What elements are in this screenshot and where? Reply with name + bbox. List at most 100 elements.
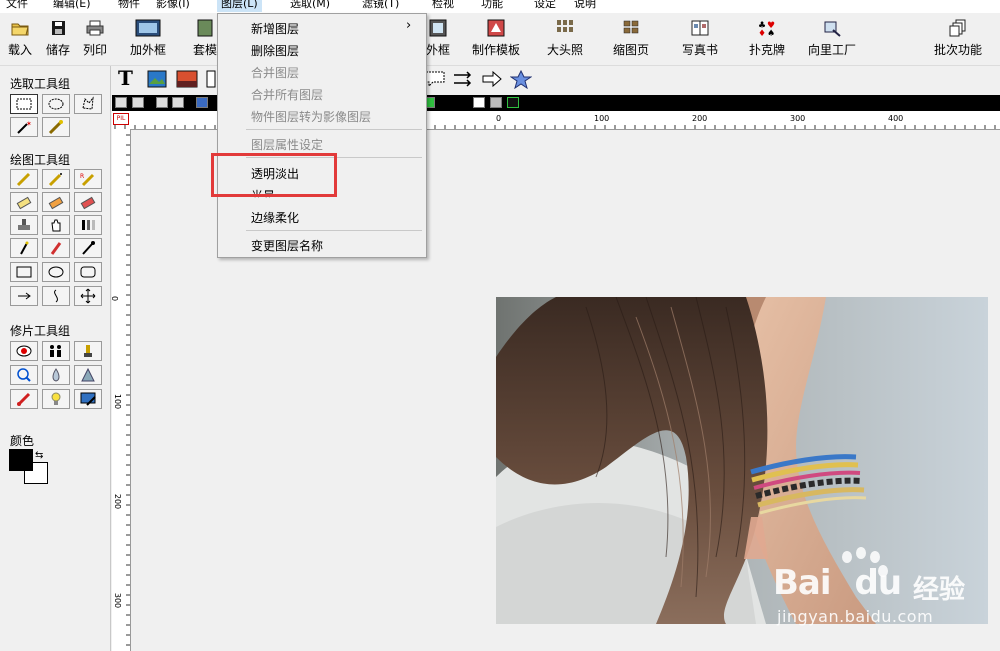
ruler-label-v100: 100 xyxy=(113,393,123,410)
menu-select[interactable]: 选取(M) xyxy=(290,0,330,12)
lasso-select-tool[interactable] xyxy=(74,94,102,114)
zoom-tool[interactable] xyxy=(10,365,38,385)
ruler-label-h0: 0 xyxy=(496,114,502,123)
red-highlight-annotation xyxy=(211,153,337,197)
gradient-icon xyxy=(82,220,95,230)
outer-frame-button[interactable]: 外框 xyxy=(426,19,450,58)
wizard-button[interactable]: 向里工厂 xyxy=(808,19,856,58)
menu-item-rename-layer[interactable]: 变更图层名称 xyxy=(251,237,323,254)
rounded-rect-icon xyxy=(80,266,96,278)
add-frame-button[interactable]: 加外框 xyxy=(130,19,166,58)
menu-object[interactable]: 物件 xyxy=(118,0,140,12)
rectangle-tool[interactable] xyxy=(10,262,38,282)
layer-dropdown-icon[interactable] xyxy=(507,97,519,108)
blur-tool[interactable] xyxy=(42,365,70,385)
pen-tool[interactable] xyxy=(10,238,38,258)
airbrush-tool[interactable] xyxy=(42,169,70,189)
color-brush-tool[interactable] xyxy=(10,389,38,409)
ellipse-select-tool[interactable] xyxy=(42,94,70,114)
menu-item-merge-layer: 合并图层 xyxy=(251,66,300,80)
baidu-watermark: Bai du 经验 jingyan.baidu.com xyxy=(765,545,995,635)
frame-object-icon[interactable] xyxy=(206,70,216,88)
brush-tool[interactable]: R xyxy=(74,169,102,189)
eraser-tool[interactable] xyxy=(10,192,38,212)
line-arrow-tool[interactable] xyxy=(10,286,38,306)
menu-item-new-layer[interactable]: 新增图层 xyxy=(251,20,299,37)
menu-separator xyxy=(246,129,422,130)
red-eye-tool[interactable] xyxy=(10,341,38,361)
line-arrow-icon xyxy=(18,292,31,300)
paste-icon[interactable] xyxy=(196,97,208,108)
ellipse-tool[interactable] xyxy=(42,262,70,282)
menu-item-edge-feather[interactable]: 边缘柔化 xyxy=(251,209,299,226)
photo-book-button[interactable]: 写真书 xyxy=(682,19,718,58)
rect-select-tool[interactable] xyxy=(10,94,38,114)
menu-item-delete-layer[interactable]: 删除图层 xyxy=(251,42,299,59)
menu-item-object-to-image-layer: 物件图层转为影像图层 xyxy=(251,110,372,124)
save-button[interactable]: 储存 xyxy=(46,19,70,58)
hand-tool[interactable] xyxy=(42,215,70,235)
undo-icon[interactable] xyxy=(115,97,127,108)
menu-image[interactable]: 影像(I) xyxy=(156,0,190,12)
fill-tool[interactable] xyxy=(74,341,102,361)
menu-file[interactable]: 文件 xyxy=(6,0,28,12)
batch-button[interactable]: 批次功能 xyxy=(934,19,982,58)
crayon-tool[interactable] xyxy=(42,238,70,258)
picture-object-icon[interactable] xyxy=(147,70,167,88)
book-icon xyxy=(691,20,709,36)
template-button[interactable]: 套模 xyxy=(193,19,217,58)
foreground-color-swatch[interactable] xyxy=(9,449,33,471)
sharpen-cone-icon xyxy=(81,367,95,382)
select-brush-tool[interactable] xyxy=(42,117,70,137)
headshot-button[interactable]: 大头照 xyxy=(547,19,583,58)
menu-function[interactable]: 功能 xyxy=(481,0,503,12)
speech-bubble-icon[interactable] xyxy=(424,70,446,88)
menu-filter[interactable]: 滤镜(T) xyxy=(362,0,399,12)
layer-gray-icon[interactable] xyxy=(490,97,502,108)
gradient-tool[interactable] xyxy=(74,215,102,235)
smudge-icon xyxy=(48,196,64,210)
draw-group-title: 绘图工具组 xyxy=(10,153,71,167)
submenu-arrow-icon: › xyxy=(406,18,412,33)
ellipse-icon xyxy=(48,266,64,278)
crayon-icon xyxy=(50,242,62,255)
smudge-tool[interactable] xyxy=(42,192,70,212)
rounded-rect-tool[interactable] xyxy=(74,262,102,282)
arrow-shape-icon[interactable] xyxy=(481,70,503,88)
main-toolbar: 载入 储存 列印 加外框 套模 外框 制作模板 大头照 缩图页 写真书 ♣ ♥ ♦ ♠… xyxy=(0,13,1000,66)
redo-icon[interactable] xyxy=(132,97,144,108)
magic-wand-tool[interactable]: ✶ xyxy=(10,117,38,137)
rect-select-icon xyxy=(16,98,32,110)
cut-icon[interactable] xyxy=(172,97,184,108)
eyedropper-tool[interactable] xyxy=(74,238,102,258)
load-button[interactable]: 载入 xyxy=(8,19,32,58)
swap-colors-icon[interactable]: ⇆ xyxy=(35,450,43,461)
magic-wand-icon: ✶ xyxy=(17,120,32,134)
curve-tool[interactable] xyxy=(42,286,70,306)
menu-settings[interactable]: 设定 xyxy=(534,0,556,12)
svg-text:R: R xyxy=(80,173,84,180)
double-arrow-icon[interactable] xyxy=(452,70,474,88)
thumbnail-page-button[interactable]: 缩图页 xyxy=(613,19,649,58)
people-cut-tool[interactable] xyxy=(42,341,70,361)
menu-help[interactable]: 说明 xyxy=(574,0,596,12)
svg-text:♠: ♠ xyxy=(767,29,775,37)
sharpen-tool[interactable] xyxy=(74,365,102,385)
poker-button[interactable]: ♣ ♥ ♦ ♠ 扑克牌 xyxy=(749,19,785,58)
stamp-tool[interactable] xyxy=(10,215,38,235)
move-tool[interactable] xyxy=(74,286,102,306)
sunset-object-icon[interactable] xyxy=(176,70,198,88)
screen-effect-tool[interactable] xyxy=(74,389,102,409)
menu-view[interactable]: 检视 xyxy=(432,0,454,12)
star-shape-icon[interactable] xyxy=(510,69,532,89)
copy-icon[interactable] xyxy=(156,97,168,108)
make-template-button[interactable]: 制作模板 xyxy=(472,19,520,58)
layer-white-icon[interactable] xyxy=(473,97,485,108)
menu-edit[interactable]: 编辑(E) xyxy=(53,0,91,12)
lighten-tool[interactable] xyxy=(42,389,70,409)
print-button[interactable]: 列印 xyxy=(83,19,107,58)
pencil-tool[interactable] xyxy=(10,169,38,189)
text-tool-button[interactable]: T xyxy=(118,66,133,90)
menu-layer[interactable]: 图层(L) xyxy=(217,0,262,12)
color-eraser-tool[interactable] xyxy=(74,192,102,212)
